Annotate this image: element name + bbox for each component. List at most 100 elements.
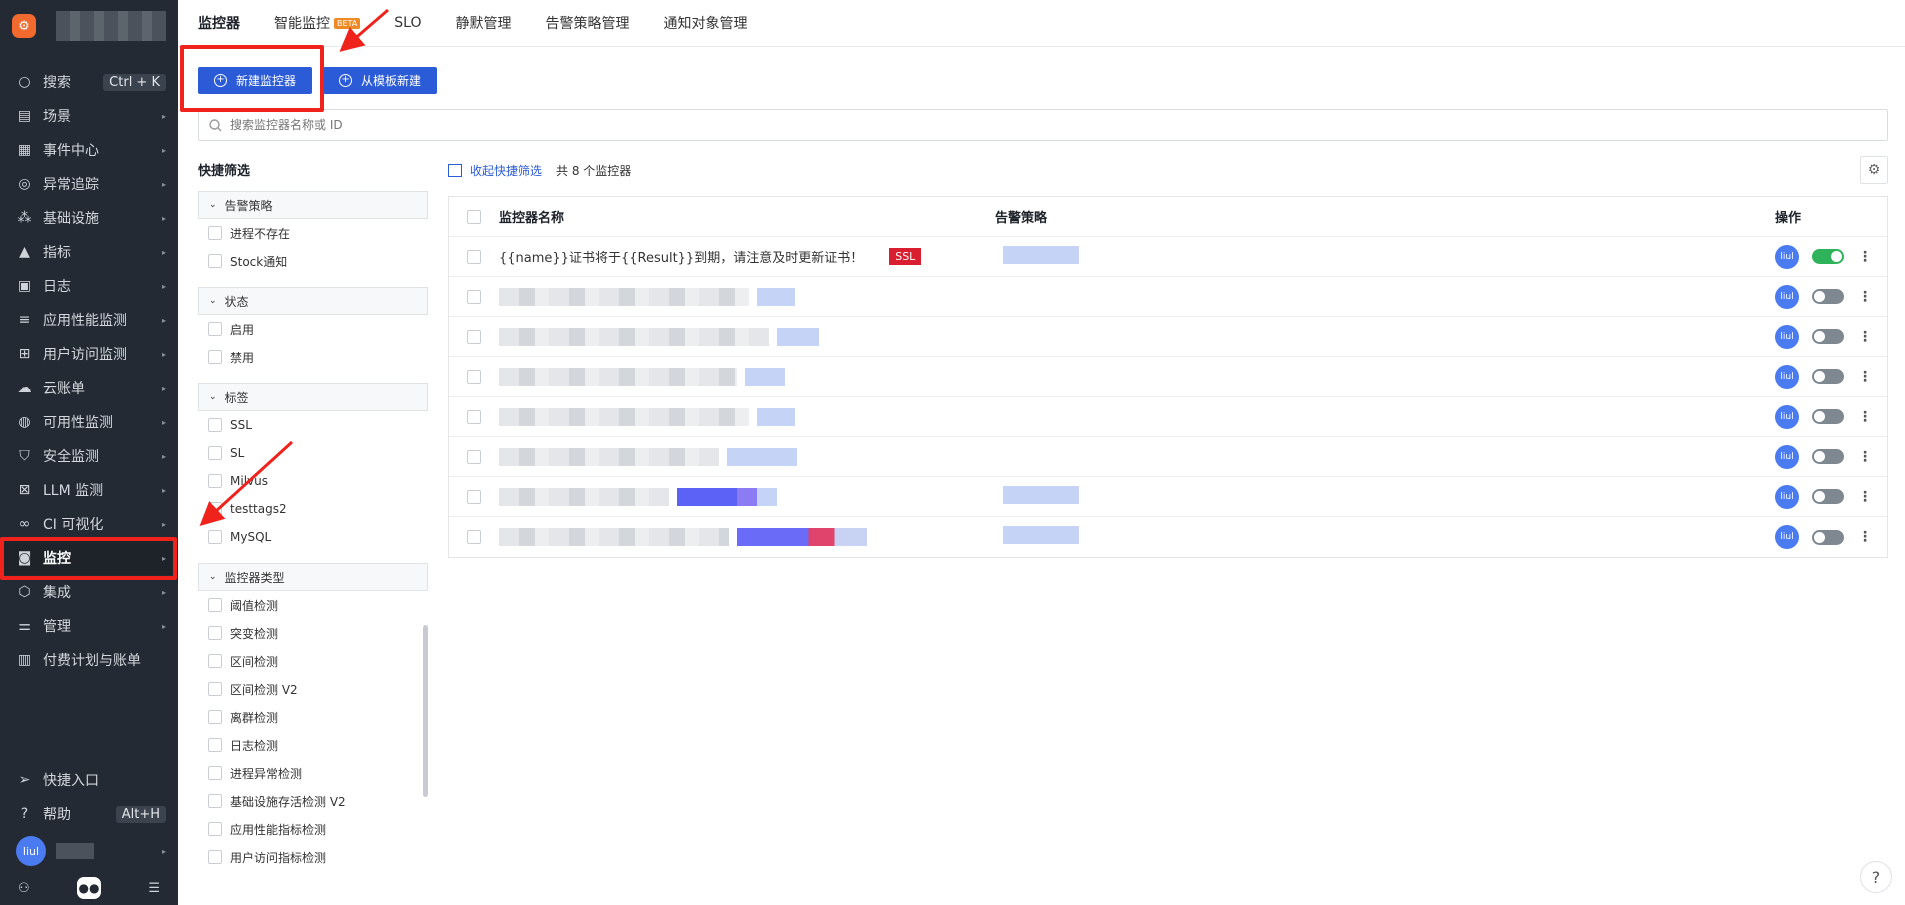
- filter-checkbox[interactable]: [208, 598, 222, 612]
- column-settings-button[interactable]: ⚙: [1860, 156, 1888, 184]
- new-from-template-button[interactable]: + 从模板新建: [323, 67, 438, 94]
- filter-option[interactable]: 进程异常检测: [198, 759, 428, 787]
- filter-option[interactable]: 进程不存在: [198, 219, 428, 247]
- more-options-icon[interactable]: ⋮: [1858, 249, 1872, 265]
- filter-option[interactable]: SL: [198, 439, 428, 467]
- enable-toggle[interactable]: [1812, 409, 1844, 424]
- filter-checkbox[interactable]: [208, 530, 222, 544]
- filter-checkbox[interactable]: [208, 850, 222, 864]
- filter-option[interactable]: 基础设施存活检测 V2: [198, 787, 428, 815]
- filter-group-header[interactable]: ⌄ 状态: [198, 287, 428, 315]
- collapse-sidebar-icon[interactable]: ☰: [148, 881, 160, 896]
- search-input[interactable]: [230, 118, 830, 132]
- filter-checkbox[interactable]: [208, 226, 222, 240]
- filter-checkbox[interactable]: [208, 766, 222, 780]
- sidebar-item[interactable]: ○ 搜索 Ctrl + K: [0, 65, 178, 99]
- sidebar-item[interactable]: ▤ 场景 ▸: [0, 99, 178, 133]
- tab-item[interactable]: 监控器: [198, 0, 240, 48]
- app-logo-icon[interactable]: ⚙: [12, 14, 36, 38]
- sidebar-item[interactable]: ◎ 异常追踪 ▸: [0, 167, 178, 201]
- table-row[interactable]: liul ⋮: [449, 477, 1887, 517]
- more-options-icon[interactable]: ⋮: [1858, 409, 1872, 425]
- enable-toggle[interactable]: [1812, 249, 1844, 264]
- row-checkbox[interactable]: [467, 409, 481, 424]
- filter-option[interactable]: 应用性能指标检测: [198, 815, 428, 843]
- monitor-search[interactable]: [198, 109, 1888, 141]
- filter-option[interactable]: Stock通知: [198, 247, 428, 275]
- tab-item[interactable]: 告警策略管理: [546, 0, 630, 47]
- more-options-icon[interactable]: ⋮: [1858, 449, 1872, 465]
- row-checkbox[interactable]: [467, 289, 481, 304]
- enable-toggle[interactable]: [1812, 329, 1844, 344]
- table-row[interactable]: liul ⋮: [449, 357, 1887, 397]
- filter-scrollbar[interactable]: [423, 625, 428, 797]
- sidebar-item[interactable]: ◍ 可用性监测 ▸: [0, 405, 178, 439]
- filter-option[interactable]: Milvus: [198, 467, 428, 495]
- monitor-name-cell[interactable]: [499, 447, 995, 466]
- assistant-bot-icon[interactable]: ●●: [77, 877, 101, 899]
- sidebar-item[interactable]: ⚌ 管理 ▸: [0, 609, 178, 643]
- filter-group-header[interactable]: ⌄ 告警策略: [198, 191, 428, 219]
- monitor-name[interactable]: {{name}}证书将于{{Result}}到期，请注意及时更新证书！: [499, 247, 863, 266]
- filter-checkbox[interactable]: [208, 626, 222, 640]
- sidebar-item[interactable]: ▦ 事件中心 ▸: [0, 133, 178, 167]
- monitor-name-cell[interactable]: [499, 487, 995, 506]
- row-checkbox[interactable]: [467, 489, 481, 504]
- enable-toggle[interactable]: [1812, 449, 1844, 464]
- monitor-name-cell[interactable]: [499, 528, 995, 546]
- filter-option[interactable]: 用户访问指标检测: [198, 843, 428, 871]
- sidebar-item[interactable]: ⊞ 用户访问监测 ▸: [0, 337, 178, 371]
- table-row[interactable]: liul ⋮: [449, 517, 1887, 557]
- sidebar-item[interactable]: ◙ 监控 ▸: [0, 541, 178, 575]
- sidebar-item[interactable]: ⛉ 安全监测 ▸: [0, 439, 178, 473]
- more-options-icon[interactable]: ⋮: [1858, 489, 1872, 505]
- enable-toggle[interactable]: [1812, 289, 1844, 304]
- filter-checkbox[interactable]: [208, 350, 222, 364]
- sidebar-item[interactable]: ▥ 付费计划与账单: [0, 643, 178, 677]
- collapse-filter-button[interactable]: 收起快捷筛选: [448, 162, 542, 179]
- help-button[interactable]: ?: [1860, 861, 1892, 893]
- sidebar-item[interactable]: ∞ CI 可视化 ▸: [0, 507, 178, 541]
- enable-toggle[interactable]: [1812, 489, 1844, 504]
- user-menu[interactable]: liul ▸: [0, 831, 178, 871]
- sidebar-item[interactable]: ≡ 应用性能监测 ▸: [0, 303, 178, 337]
- filter-option[interactable]: 日志检测: [198, 731, 428, 759]
- account-icon[interactable]: ⚇: [18, 881, 30, 896]
- monitor-name-cell[interactable]: [499, 407, 995, 426]
- filter-checkbox[interactable]: [208, 254, 222, 268]
- monitor-name-cell[interactable]: [499, 367, 995, 386]
- filter-option[interactable]: 禁用: [198, 343, 428, 371]
- filter-option[interactable]: 阈值检测: [198, 591, 428, 619]
- row-checkbox[interactable]: [467, 329, 481, 344]
- more-options-icon[interactable]: ⋮: [1858, 289, 1872, 305]
- filter-checkbox[interactable]: [208, 446, 222, 460]
- filter-option[interactable]: 区间检测 V2: [198, 675, 428, 703]
- monitor-name-cell[interactable]: [499, 327, 995, 346]
- sidebar-item[interactable]: ? 帮助 Alt+H: [0, 797, 178, 831]
- select-all-checkbox[interactable]: [467, 209, 481, 224]
- new-monitor-button[interactable]: + 新建监控器: [198, 67, 313, 94]
- row-checkbox[interactable]: [467, 249, 481, 264]
- monitor-name-cell[interactable]: {{name}}证书将于{{Result}}到期，请注意及时更新证书！ SSL: [499, 247, 995, 266]
- filter-option[interactable]: 区间检测: [198, 647, 428, 675]
- tab-item[interactable]: SLO: [394, 0, 421, 47]
- workspace-name-blurred[interactable]: [56, 11, 166, 41]
- filter-checkbox[interactable]: [208, 822, 222, 836]
- filter-option[interactable]: testtags2: [198, 495, 428, 523]
- filter-checkbox[interactable]: [208, 322, 222, 336]
- filter-checkbox[interactable]: [208, 794, 222, 808]
- table-row[interactable]: liul ⋮: [449, 397, 1887, 437]
- table-row[interactable]: liul ⋮: [449, 277, 1887, 317]
- filter-checkbox[interactable]: [208, 682, 222, 696]
- table-row[interactable]: liul ⋮: [449, 437, 1887, 477]
- sidebar-item[interactable]: ➢ 快捷入口: [0, 763, 178, 797]
- filter-option[interactable]: 突变检测: [198, 619, 428, 647]
- monitor-name-cell[interactable]: [499, 287, 995, 306]
- filter-checkbox[interactable]: [208, 418, 222, 432]
- filter-group-header[interactable]: ⌄ 标签: [198, 383, 428, 411]
- filter-checkbox[interactable]: [208, 738, 222, 752]
- tab-item[interactable]: 静默管理: [456, 0, 512, 47]
- filter-checkbox[interactable]: [208, 710, 222, 724]
- filter-checkbox[interactable]: [208, 654, 222, 668]
- more-options-icon[interactable]: ⋮: [1858, 529, 1872, 545]
